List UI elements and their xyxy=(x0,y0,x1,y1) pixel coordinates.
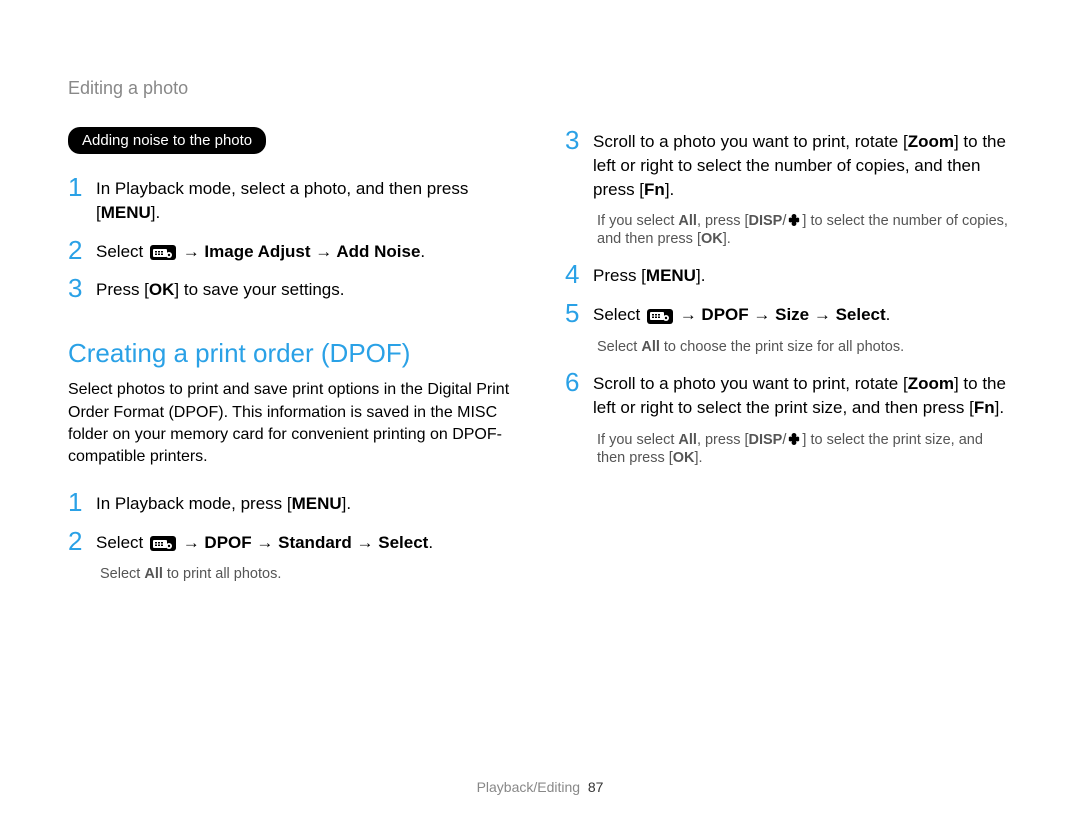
step-text: Select → Image Adjust → Add Noise. xyxy=(96,237,425,264)
step-text: Scroll to a photo you want to print, rot… xyxy=(593,127,1012,201)
breadcrumb: Editing a photo xyxy=(68,78,1012,99)
note-select-all: Select All to print all photos. xyxy=(100,566,515,582)
macro-icon xyxy=(787,432,801,450)
footer-section: Playback/Editing xyxy=(477,779,581,795)
left-column: Adding noise to the photo 1 In Playback … xyxy=(68,127,515,596)
menu-key: MENU xyxy=(101,203,151,222)
step-text: Select → DPOF → Standard → Select. xyxy=(96,528,433,555)
step-text: In Playback mode, press [MENU]. xyxy=(96,489,351,516)
page-footer: Playback/Editing 87 xyxy=(0,779,1080,795)
disp-key: DISP xyxy=(749,213,783,229)
section-title: Creating a print order (DPOF) xyxy=(68,338,515,369)
menu-key: MENU xyxy=(292,494,342,513)
disp-key: DISP xyxy=(749,432,783,448)
note-step-6: If you select All, press [DISP/] to sele… xyxy=(597,432,1012,466)
step-text: In Playback mode, select a photo, and th… xyxy=(96,174,515,225)
step-number: 2 xyxy=(68,237,96,263)
right-column: 3 Scroll to a photo you want to print, r… xyxy=(565,127,1012,596)
step-5: 5 Select → DPOF → Size → Select. xyxy=(565,300,1012,327)
step-number: 2 xyxy=(68,528,96,554)
zoom-key: Zoom xyxy=(908,132,954,151)
note-step-3: If you select All, press [DISP/] to sele… xyxy=(597,213,1012,247)
film-settings-icon xyxy=(150,245,176,260)
step-1: 1 In Playback mode, press [MENU]. xyxy=(68,489,515,516)
columns: Adding noise to the photo 1 In Playback … xyxy=(68,127,1012,596)
fn-key: Fn xyxy=(974,398,995,417)
page: Editing a photo Adding noise to the phot… xyxy=(0,0,1080,596)
step-text: Select → DPOF → Size → Select. xyxy=(593,300,890,327)
ok-key: OK xyxy=(701,231,723,247)
step-number: 4 xyxy=(565,261,593,287)
film-settings-icon xyxy=(647,309,673,324)
dpof-steps-right: 3 Scroll to a photo you want to print, r… xyxy=(565,127,1012,201)
note-step-5: Select All to choose the print size for … xyxy=(597,339,1012,355)
step-6: 6 Scroll to a photo you want to print, r… xyxy=(565,369,1012,420)
dpof-steps-left: 1 In Playback mode, press [MENU]. 2 Sele… xyxy=(68,489,515,555)
page-number: 87 xyxy=(588,779,604,795)
fn-key: Fn xyxy=(644,180,665,199)
section-lead: Select photos to print and save print op… xyxy=(68,379,515,469)
step-text: Scroll to a photo you want to print, rot… xyxy=(593,369,1012,420)
film-settings-icon xyxy=(150,536,176,551)
subsection-pill: Adding noise to the photo xyxy=(68,127,266,154)
step-number: 1 xyxy=(68,174,96,200)
step-text: Press [OK] to save your settings. xyxy=(96,275,345,302)
macro-icon xyxy=(787,213,801,231)
step-number: 3 xyxy=(565,127,593,153)
step-1: 1 In Playback mode, select a photo, and … xyxy=(68,174,515,225)
step-number: 5 xyxy=(565,300,593,326)
step-2: 2 Select → Image Adjust → Add Noise. xyxy=(68,237,515,264)
step-2: 2 Select → DPOF → Standard → Select. xyxy=(68,528,515,555)
step-text: Press [MENU]. xyxy=(593,261,705,288)
step-4: 4 Press [MENU]. xyxy=(565,261,1012,288)
ok-key: OK xyxy=(673,450,695,466)
step-3: 3 Scroll to a photo you want to print, r… xyxy=(565,127,1012,201)
ok-key: OK xyxy=(149,280,175,299)
step-number: 1 xyxy=(68,489,96,515)
zoom-key: Zoom xyxy=(908,374,954,393)
step-number: 3 xyxy=(68,275,96,301)
step-3: 3 Press [OK] to save your settings. xyxy=(68,275,515,302)
step-number: 6 xyxy=(565,369,593,395)
menu-key: MENU xyxy=(646,266,696,285)
dpof-step-4: 4 Press [MENU]. 5 Select → DPOF → Size →… xyxy=(565,261,1012,327)
dpof-step-6: 6 Scroll to a photo you want to print, r… xyxy=(565,369,1012,420)
noise-steps: 1 In Playback mode, select a photo, and … xyxy=(68,174,515,302)
